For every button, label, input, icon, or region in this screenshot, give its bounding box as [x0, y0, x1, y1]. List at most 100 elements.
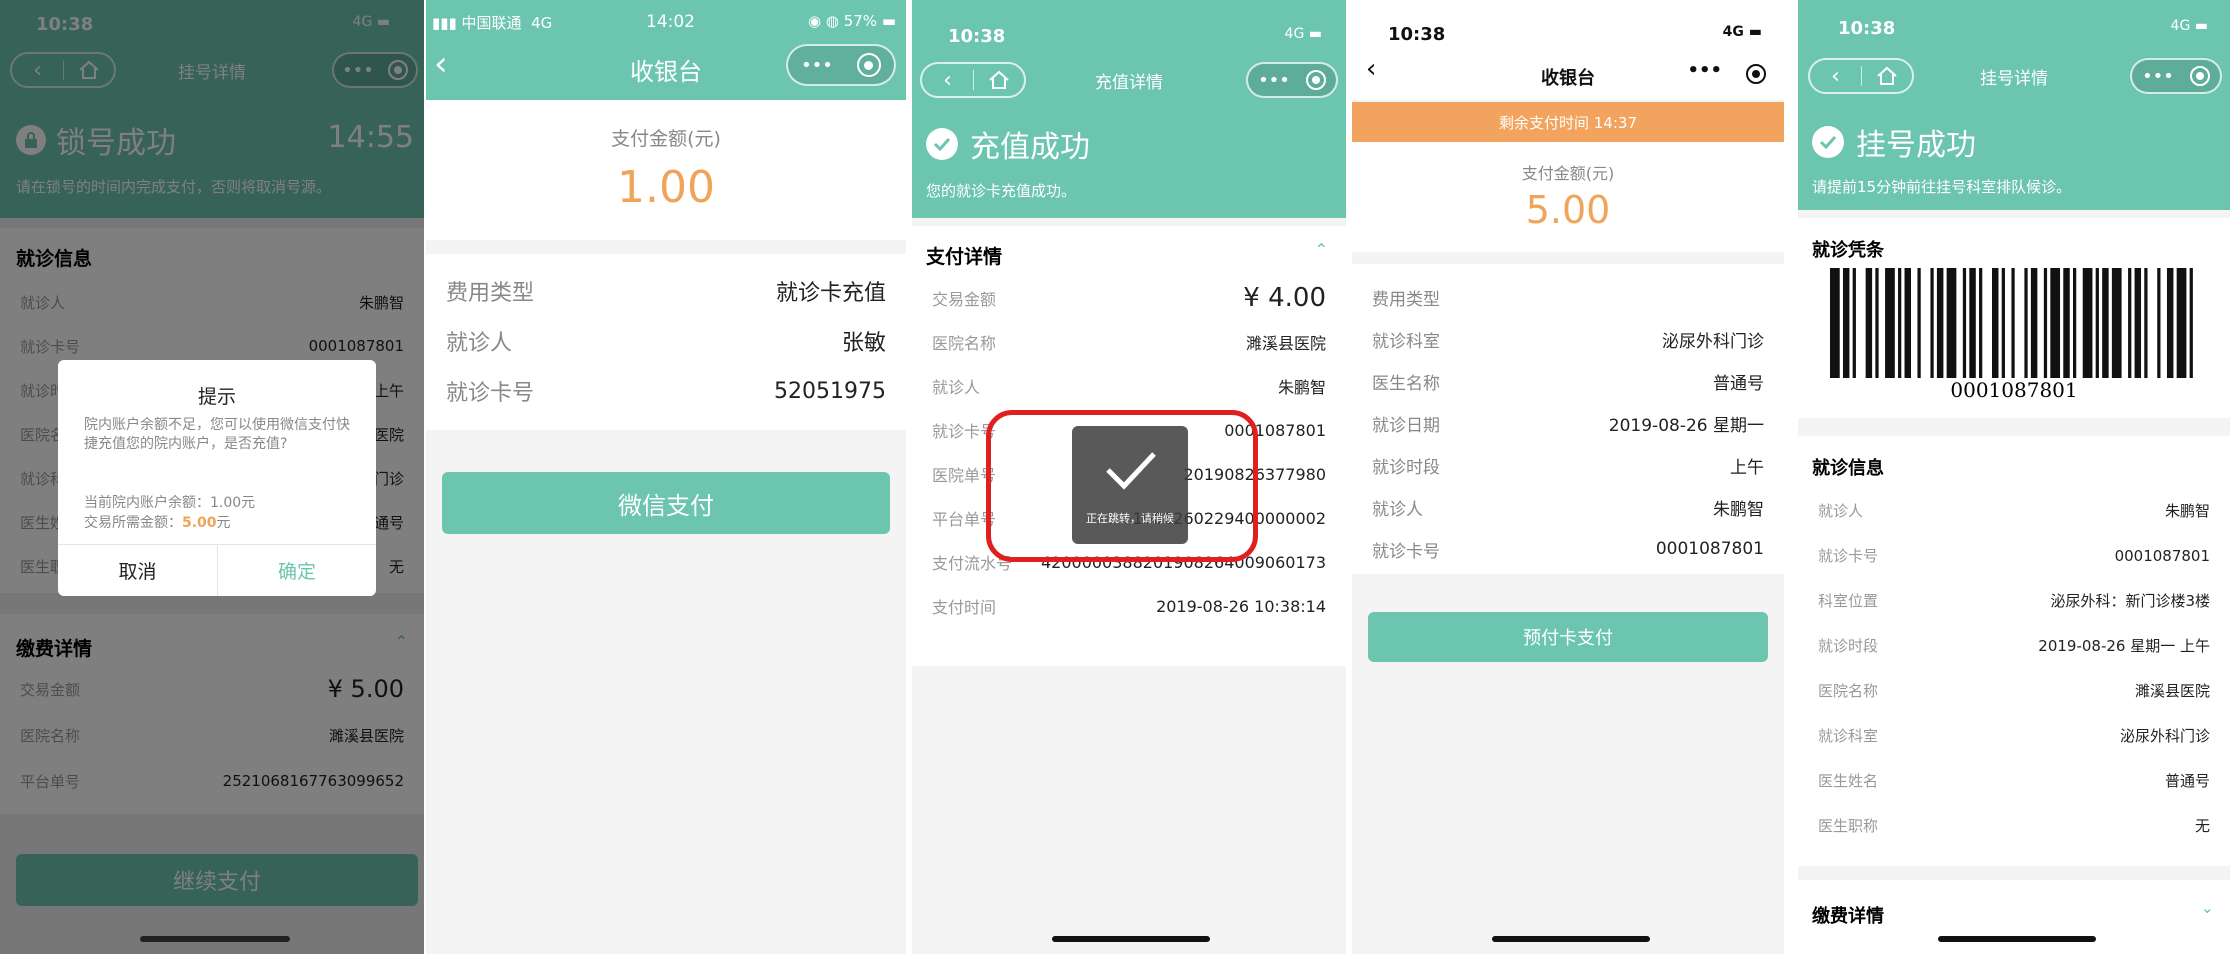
clock: 10:38 — [948, 26, 1006, 47]
more-icon[interactable]: ••• — [2142, 66, 2174, 87]
row-value: 张敏 — [841, 331, 886, 356]
row-label: 医生名称 — [1372, 373, 1440, 394]
section-title: 就诊凭条 — [1812, 240, 1884, 261]
amount-label: 支付金额(元) — [611, 128, 721, 150]
nav-capsule-right[interactable]: ••• — [2130, 58, 2222, 94]
row-value: 朱鹏智 — [1713, 499, 1764, 520]
info-row: 就诊人 朱鹏智 — [912, 364, 1346, 408]
nav-bar: ‹ 收银台 ••• — [1352, 46, 1784, 106]
info-row: 医生姓名 普通号 — [1798, 758, 2230, 803]
info-row: 就诊人 朱鹏智 — [1798, 488, 2230, 533]
row-label: 医院名称 — [1818, 682, 1879, 700]
barcode-bar — [1917, 268, 1921, 378]
close-circle-icon[interactable] — [1746, 64, 1766, 84]
barcode-bar — [1930, 268, 1934, 378]
chevron-up-icon[interactable]: ⌃ — [1315, 240, 1328, 259]
close-circle-icon[interactable] — [856, 53, 881, 77]
screenshot-strip: 10:38 4G ▬ ‹ 挂号详情 ••• 锁号成功 — [0, 0, 2230, 954]
row-label: 医生姓名 — [1818, 772, 1879, 790]
barcode-bar — [2063, 268, 2070, 378]
info-row: 就诊日期 2019-08-26 星期一 — [1352, 402, 1784, 444]
wechat-pay-button[interactable]: 微信支付 — [442, 472, 890, 534]
nav-bar: ‹ 收银台 ••• — [426, 40, 906, 100]
row-value: 2019-08-26 星期一 上午 — [2038, 637, 2210, 655]
home-indicator — [1938, 936, 2096, 942]
barcode-bar — [2128, 268, 2132, 378]
barcode-bar — [2043, 268, 2048, 378]
row-label: 科室位置 — [1818, 592, 1879, 610]
close-circle-icon[interactable] — [1305, 70, 1326, 90]
banner-title: 充值成功 — [970, 130, 1090, 165]
barcode-bar — [1852, 268, 1856, 378]
check-icon — [1106, 452, 1156, 490]
dialog-cancel-button[interactable]: 取消 — [58, 544, 217, 596]
barcode-bar — [2050, 268, 2061, 378]
barcode-bar — [1875, 268, 1879, 378]
barcode-bar — [2001, 268, 2005, 378]
barcode-bar — [1885, 268, 1895, 378]
row-value: 无 — [2194, 817, 2210, 835]
section-title: 支付详情 — [926, 246, 1003, 268]
nav-bar: ‹ 充值详情 ••• — [912, 50, 1346, 110]
info-row: 就诊人 张敏 — [426, 316, 906, 366]
info-row: 医生职称 无 — [1798, 803, 2230, 848]
barcode-bar — [2111, 268, 2122, 378]
barcode-number: 0001087801 — [1950, 378, 2078, 402]
banner-subtitle: 您的就诊卡充值成功。 — [926, 182, 1077, 200]
info-row: 就诊科室 泌尿外科门诊 — [1798, 713, 2230, 758]
banner-title: 挂号成功 — [1856, 128, 1976, 163]
clock: 14:02 — [646, 12, 695, 32]
barcode-bar — [1830, 268, 1840, 378]
info-row: 交易金额 ¥ 4.00 — [912, 276, 1346, 320]
info-row: 就诊时段 上午 — [1352, 444, 1784, 486]
row-label: 就诊卡号 — [1818, 547, 1879, 565]
row-value: 朱鹏智 — [2164, 502, 2210, 520]
more-icon[interactable]: ••• — [1687, 60, 1722, 81]
barcode-bar — [1946, 268, 1957, 378]
dialog-confirm-button[interactable]: 确定 — [218, 544, 376, 596]
banner-subtitle: 请提前15分钟前往挂号科室排队候诊。 — [1812, 178, 2072, 196]
prepaid-card-pay-button[interactable]: 预付卡支付 — [1368, 612, 1768, 662]
row-label: 费用类型 — [1372, 289, 1440, 310]
info-row: 就诊卡号 0001087801 — [1798, 533, 2230, 578]
row-value: 2019-08-26 星期一 — [1608, 415, 1764, 436]
row-value: 濉溪县医院 — [1245, 334, 1326, 353]
barcode-bar — [1962, 268, 1967, 378]
dialog-title: 提示 — [197, 386, 236, 408]
row-value: 上午 — [1730, 457, 1764, 478]
countdown-notice: 剩余支付时间 14:37 — [1352, 102, 1784, 142]
nav-capsule-right[interactable]: ••• — [1246, 62, 1338, 98]
row-value: 0001087801 — [2114, 546, 2210, 565]
fee-detail-section: 费用类型 就诊科室 泌尿外科门诊 医生名称 普通号 就诊日期 2019-08-26 星期一就… — [1352, 264, 1784, 574]
banner: 挂号成功 — [1812, 120, 1976, 164]
barcode-bar — [2176, 268, 2187, 378]
voucher-section: 就诊凭条 0001087801 — [1798, 218, 2230, 418]
prompt-dialog: 提示 院内账户余额不足，您可以使用微信支付快捷充值您的院内账户，是否充值? 当前… — [58, 360, 376, 596]
barcode-bar — [2082, 268, 2093, 378]
signal-indicator: 4G ▬ — [2170, 18, 2208, 34]
barcode-bar — [1898, 268, 1902, 378]
row-label: 就诊卡号 — [446, 381, 535, 406]
info-row: 就诊卡号 0001087801 — [1352, 528, 1784, 570]
phone-cashier-wechat: ▮▮▮ 中国联通 4G 14:02 ◉ ◍ 57% ▬ ‹ 收银台 ••• 支付… — [426, 0, 906, 954]
home-indicator — [1492, 936, 1650, 942]
close-circle-icon[interactable] — [2189, 66, 2210, 86]
chevron-down-icon[interactable]: ⌄ — [2201, 898, 2214, 917]
barcode-bar — [1865, 268, 1873, 378]
amount-section: 支付金额(元) 1.00 — [426, 100, 906, 240]
info-row: 费用类型 — [1352, 276, 1784, 318]
more-icon[interactable]: ••• — [801, 55, 833, 76]
row-value: 就诊卡充值 — [775, 281, 886, 306]
row-label: 就诊科室 — [1818, 727, 1879, 745]
dialog-required: 交易所需金额：5.00元 — [84, 515, 231, 531]
toast-text: 正在跳转，请稍候 — [1086, 512, 1174, 525]
phone-cashier-prepaid: 10:38 4G ▬ ‹ 收银台 ••• 剩余支付时间 14:37 支付金额(元… — [1352, 0, 1784, 954]
row-label: 就诊科室 — [1372, 331, 1440, 352]
carrier-signal: ▮▮▮ 中国联通 4G — [432, 14, 553, 32]
barcode-bar — [2030, 268, 2038, 378]
nav-capsule-right[interactable]: ••• — [786, 44, 896, 86]
barcode-bar — [2073, 268, 2077, 378]
row-label: 就诊人 — [1372, 499, 1423, 520]
more-icon[interactable]: ••• — [1258, 70, 1290, 91]
barcode-bar — [2011, 268, 2015, 378]
